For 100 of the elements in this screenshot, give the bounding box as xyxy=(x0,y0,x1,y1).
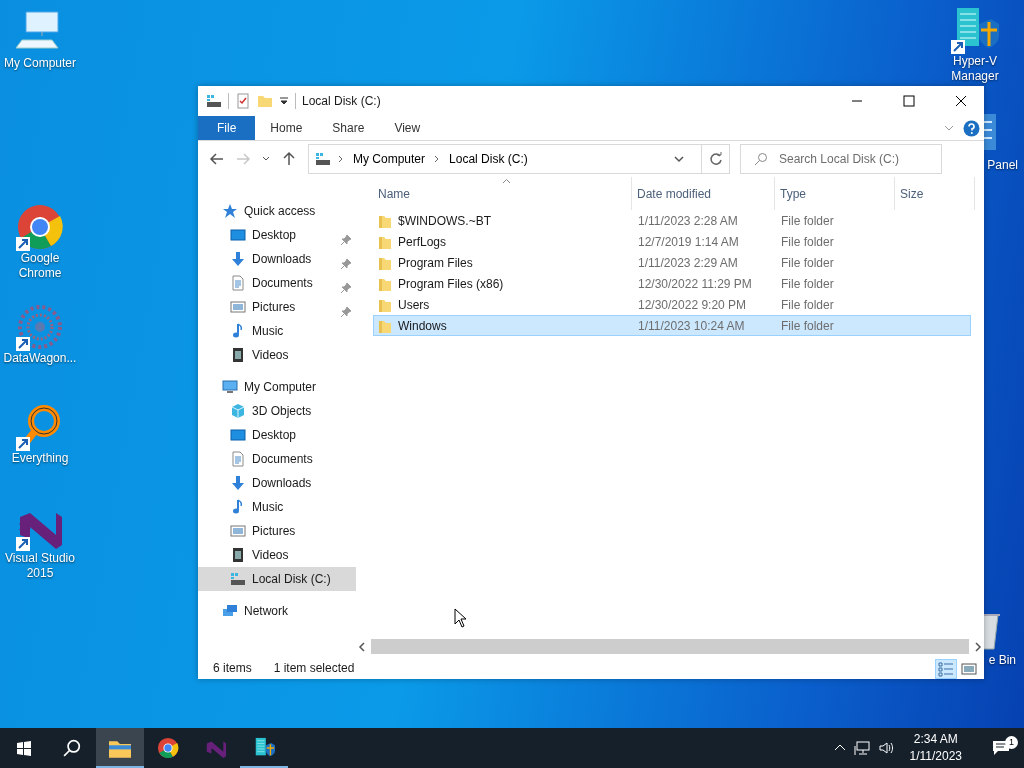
file-row[interactable]: PerfLogs 12/7/2019 1:14 AM File folder xyxy=(373,231,971,252)
nav-item[interactable]: Desktop xyxy=(198,423,356,447)
nav-item[interactable]: Desktop xyxy=(198,223,356,247)
column-header[interactable]: Type xyxy=(775,177,895,210)
screen-icon xyxy=(230,427,246,443)
server-shield-icon xyxy=(253,737,275,759)
file-name: $WINDOWS.~BT xyxy=(398,212,491,230)
scrollbar-thumb[interactable] xyxy=(371,639,969,654)
nav-item[interactable]: Documents xyxy=(198,447,356,471)
details-view-button[interactable] xyxy=(935,659,957,679)
search-icon xyxy=(754,152,768,166)
nav-item[interactable]: Pictures xyxy=(198,295,356,319)
cube-icon xyxy=(230,403,246,419)
column-header[interactable]: Size xyxy=(895,177,975,210)
up-arrow-icon xyxy=(281,151,297,167)
file-name: Program Files xyxy=(398,254,473,272)
properties-icon xyxy=(235,93,251,109)
file-name: PerfLogs xyxy=(398,233,447,251)
nav-item[interactable]: My Computer xyxy=(198,375,356,399)
film-icon xyxy=(230,547,246,563)
nav-item[interactable]: Videos xyxy=(198,343,356,367)
drive-icon xyxy=(230,571,246,587)
item-count: 6 items xyxy=(213,660,252,677)
window-title: Local Disk (C:) xyxy=(302,93,381,110)
film-icon xyxy=(230,347,246,363)
download-arrow-icon xyxy=(230,251,246,267)
column-header[interactable]: Name xyxy=(373,177,632,210)
type-cell-text: File folder xyxy=(780,212,835,230)
icon-label[interactable]: e Bin xyxy=(988,653,1016,668)
breadcrumb-link[interactable]: My Computer xyxy=(351,150,428,168)
type-cell-text: File folder xyxy=(780,254,835,272)
type-cell-text: File folder xyxy=(780,233,835,251)
address-bar[interactable]: My Computer Local Disk (C:) xyxy=(308,144,730,174)
nav-item[interactable]: Downloads xyxy=(198,471,356,495)
search-icon xyxy=(63,739,81,757)
monitor-icon xyxy=(222,379,238,395)
help-icon xyxy=(963,119,980,137)
message-icon xyxy=(992,740,1010,756)
ribbon-tab[interactable]: Home xyxy=(255,116,318,140)
date-cell-text: 12/30/2022 9:20 PM xyxy=(637,296,748,314)
nav-item[interactable]: Network xyxy=(198,599,356,623)
star-icon xyxy=(222,203,238,219)
speaker-icon xyxy=(877,740,894,756)
document-icon xyxy=(230,275,246,291)
type-cell-text: File folder xyxy=(780,317,835,335)
windows-logo-icon xyxy=(16,740,32,756)
file-row[interactable]: Users 12/30/2022 9:20 PM File folder xyxy=(373,294,971,315)
nav-item[interactable]: Videos xyxy=(198,543,356,567)
nav-item[interactable]: Documents xyxy=(198,271,356,295)
icon-label[interactable]: Panel xyxy=(987,158,1018,173)
nav-item[interactable]: Downloads xyxy=(198,247,356,271)
selection-count: 1 item selected xyxy=(273,660,355,677)
date-cell-text: 12/7/2019 1:14 AM xyxy=(637,233,740,251)
network-icon xyxy=(222,603,238,619)
breadcrumb-link[interactable]: Local Disk (C:) xyxy=(447,150,530,168)
icon-label[interactable]: Hyper-V Manager xyxy=(935,54,1015,84)
drive-icon xyxy=(206,93,222,109)
file-row[interactable]: Windows 1/11/2023 10:24 AM File folder xyxy=(373,315,971,336)
nav-item[interactable]: Music xyxy=(198,319,356,343)
maximize-icon xyxy=(902,94,916,108)
dropdown-chevron-icon xyxy=(673,153,685,165)
date-cell-text: 1/11/2023 2:28 AM xyxy=(637,212,739,230)
window-icon xyxy=(961,661,977,677)
scroll-left-icon xyxy=(356,640,368,653)
mouse-pointer-icon xyxy=(454,608,466,628)
picture-icon xyxy=(230,523,246,539)
nav-item[interactable]: Local Disk (C:) xyxy=(198,567,356,591)
nav-item[interactable]: 3D Objects xyxy=(198,399,356,423)
nav-item[interactable]: Pictures xyxy=(198,519,356,543)
file-row[interactable]: $WINDOWS.~BT 1/11/2023 2:28 AM File folder xyxy=(373,210,971,231)
file-name: Windows xyxy=(398,317,447,335)
clock[interactable]: 2:34 AM 1/11/2023 xyxy=(901,731,970,765)
column-header[interactable]: Date modified xyxy=(632,177,775,210)
screen-icon xyxy=(230,227,246,243)
ribbon-tab[interactable]: View xyxy=(379,116,436,140)
file-row[interactable]: Program Files 1/11/2023 2:29 AM File folder xyxy=(373,252,971,273)
scroll-right-icon xyxy=(972,640,984,653)
search-field[interactable]: Search Local Disk (C:) xyxy=(740,144,942,174)
folder-taskbar-button[interactable] xyxy=(96,728,144,768)
download-arrow-icon xyxy=(230,475,246,491)
refresh-icon xyxy=(708,152,723,166)
chrome-logo-icon xyxy=(157,737,179,759)
document-icon xyxy=(230,451,246,467)
date-cell-text: 1/11/2023 2:29 AM xyxy=(637,254,739,272)
forward-arrow-icon xyxy=(235,151,251,167)
back-arrow-icon xyxy=(209,151,225,167)
file-name: Program Files (x86) xyxy=(398,275,504,293)
nav-item[interactable]: Music xyxy=(198,495,356,519)
date-cell-text: 12/30/2022 11:29 PM xyxy=(637,275,753,293)
drive-icon xyxy=(315,151,331,167)
file-name: Users xyxy=(398,296,430,314)
file-row[interactable]: Program Files (x86) 12/30/2022 11:29 PM File folder xyxy=(373,273,971,294)
nav-item[interactable]: Quick access xyxy=(198,199,356,223)
network-icon xyxy=(853,740,870,756)
date-cell-text: 1/11/2023 10:24 AM xyxy=(637,317,746,335)
close-icon xyxy=(954,94,968,108)
ribbon-tab[interactable]: Share xyxy=(317,116,380,140)
caret-icon xyxy=(262,156,270,162)
type-cell-text: File folder xyxy=(780,296,835,314)
list-icon xyxy=(938,661,954,677)
